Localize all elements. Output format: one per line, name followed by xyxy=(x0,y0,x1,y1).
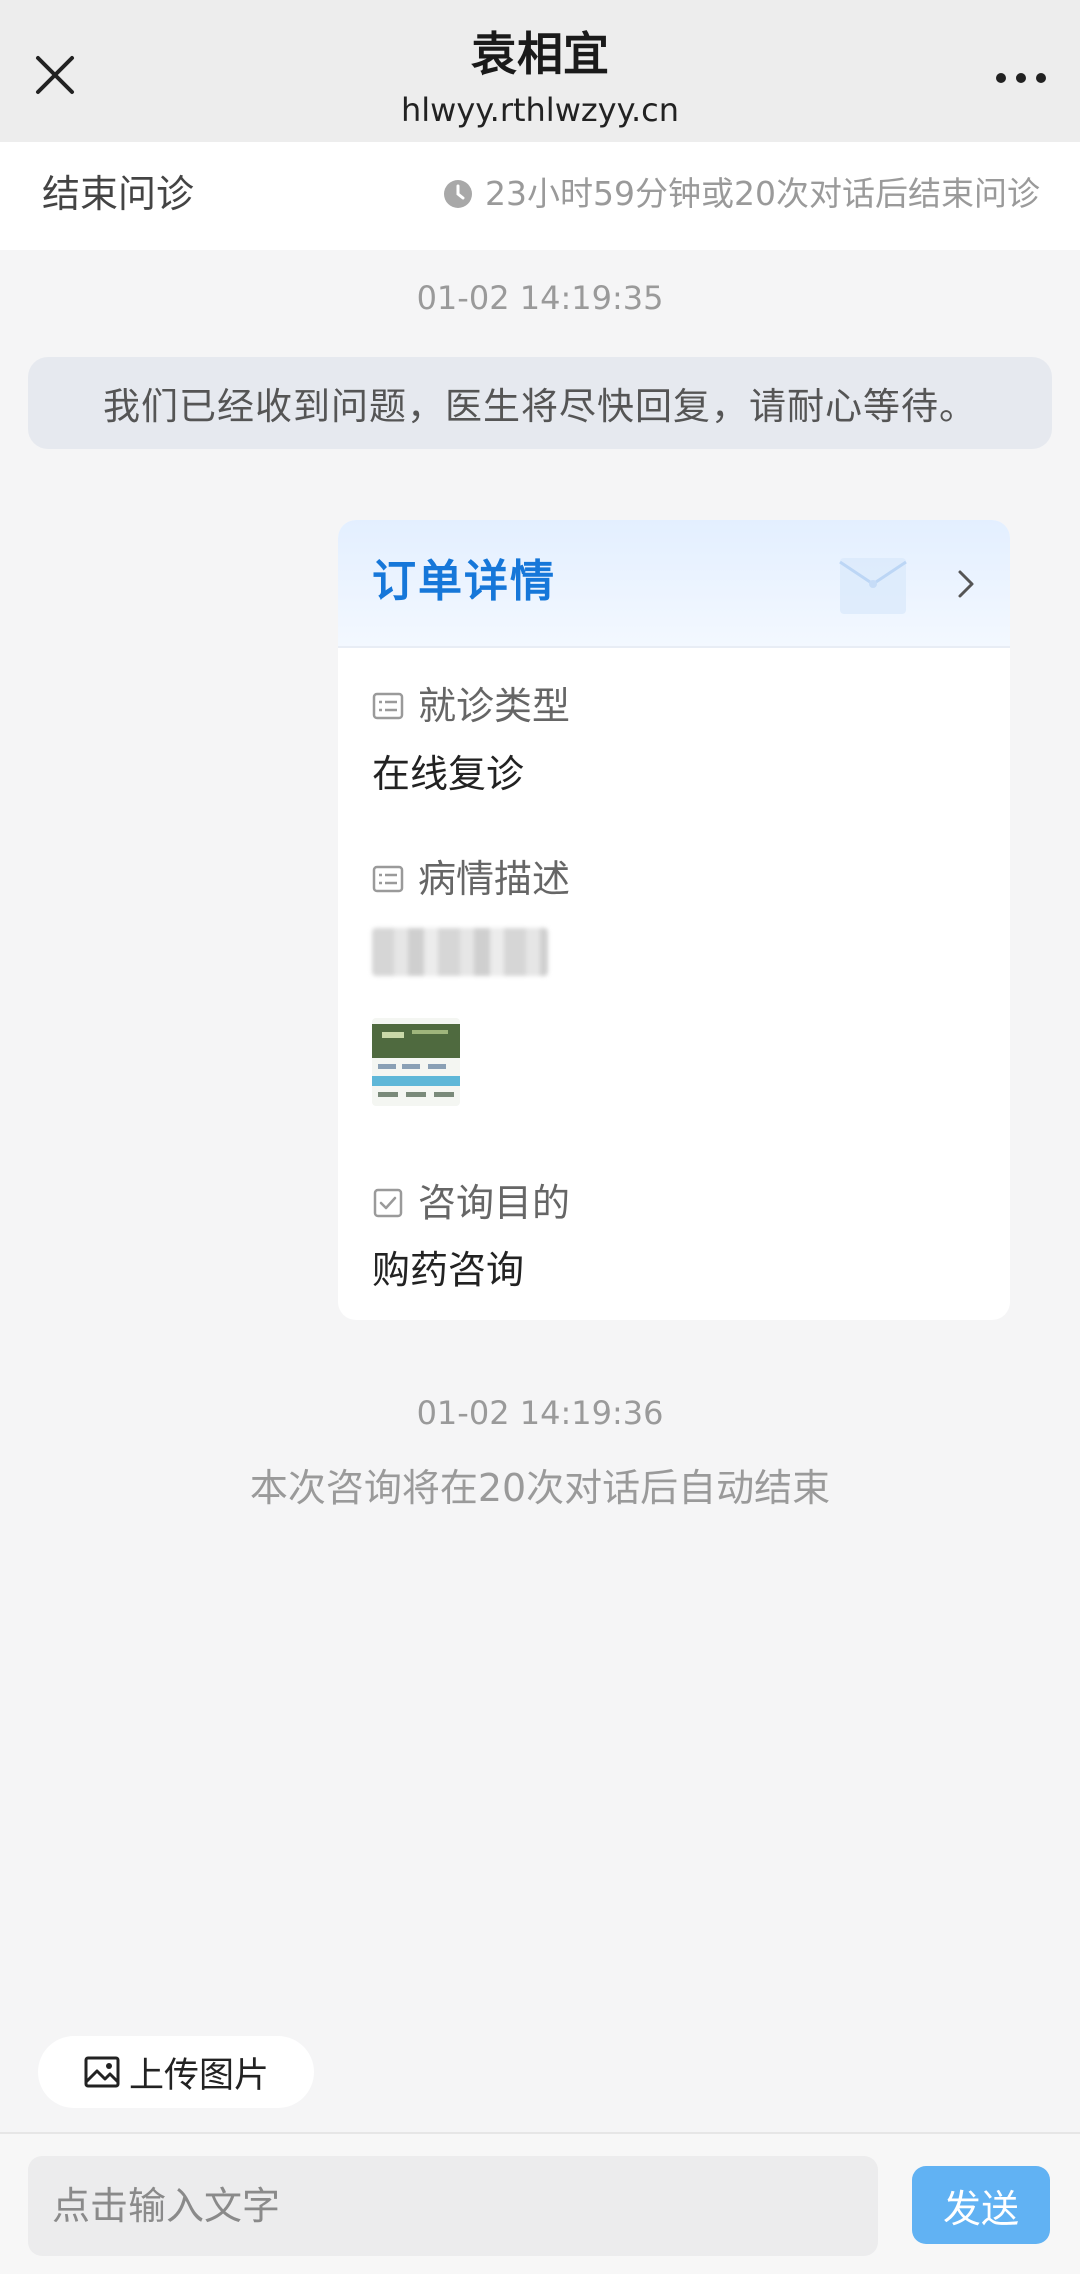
message-composer: 发送 xyxy=(0,2132,1080,2274)
condition-image-thumbnail[interactable] xyxy=(372,1018,460,1106)
chevron-right-icon xyxy=(958,570,974,598)
purpose-label: 咨询目的 xyxy=(372,1177,570,1229)
order-card-title: 订单详情 xyxy=(372,556,556,607)
condition-label-text: 病情描述 xyxy=(418,857,571,901)
page-title: 袁相宜 xyxy=(471,27,609,81)
more-icon-dot xyxy=(1016,73,1026,83)
send-button[interactable]: 发送 xyxy=(912,2166,1050,2244)
page-domain: hlwyy.rthlwzyy.cn xyxy=(400,91,680,129)
system-message: 我们已经收到问题，医生将尽快回复，请耐心等待。 xyxy=(28,357,1052,449)
upload-image-button[interactable]: 上传图片 xyxy=(38,2036,314,2108)
more-icon-dot xyxy=(1036,73,1046,83)
purpose-value: 购药咨询 xyxy=(372,1248,525,1292)
condition-label: 病情描述 xyxy=(372,853,570,905)
message-timestamp: 01-02 14:19:36 xyxy=(416,1394,664,1432)
list-icon xyxy=(372,865,404,893)
visit-type-label-text: 就诊类型 xyxy=(418,684,571,728)
auto-end-notice: 本次咨询将在20次对话后自动结束 xyxy=(249,1466,831,1510)
message-timestamp: 01-02 14:19:35 xyxy=(416,279,664,317)
more-icon xyxy=(996,73,1006,83)
order-detail-card: 订单详情 就诊类型 在线复诊 病情描述 咨询目的 购药咨询 xyxy=(338,520,1010,1320)
upload-image-label: 上传图片 xyxy=(128,2055,269,2096)
document-icon xyxy=(839,558,907,614)
clock-icon xyxy=(444,180,473,208)
visit-type-label: 就诊类型 xyxy=(372,680,570,732)
visit-type-value: 在线复诊 xyxy=(372,752,525,796)
checkbox-icon xyxy=(373,1188,403,1218)
image-thumbnail xyxy=(372,1018,460,1106)
top-bar: 袁相宜 hlwyy.rthlwzyy.cn xyxy=(0,0,1080,142)
countdown-notice: 23小时59分钟或20次对话后结束问诊 xyxy=(443,172,1040,216)
consult-status-bar: 结束问诊 23小时59分钟或20次对话后结束问诊 xyxy=(0,142,1080,250)
more-button[interactable] xyxy=(986,50,1056,106)
countdown-text: 23小时59分钟或20次对话后结束问诊 xyxy=(485,174,1040,213)
purpose-label-text: 咨询目的 xyxy=(418,1181,571,1225)
list-icon xyxy=(372,692,404,720)
order-card-header[interactable]: 订单详情 xyxy=(338,520,1010,648)
end-consultation-button[interactable]: 结束问诊 xyxy=(42,168,194,220)
message-input[interactable] xyxy=(28,2156,878,2256)
condition-description-blurred xyxy=(372,928,548,976)
image-icon xyxy=(84,2056,120,2088)
